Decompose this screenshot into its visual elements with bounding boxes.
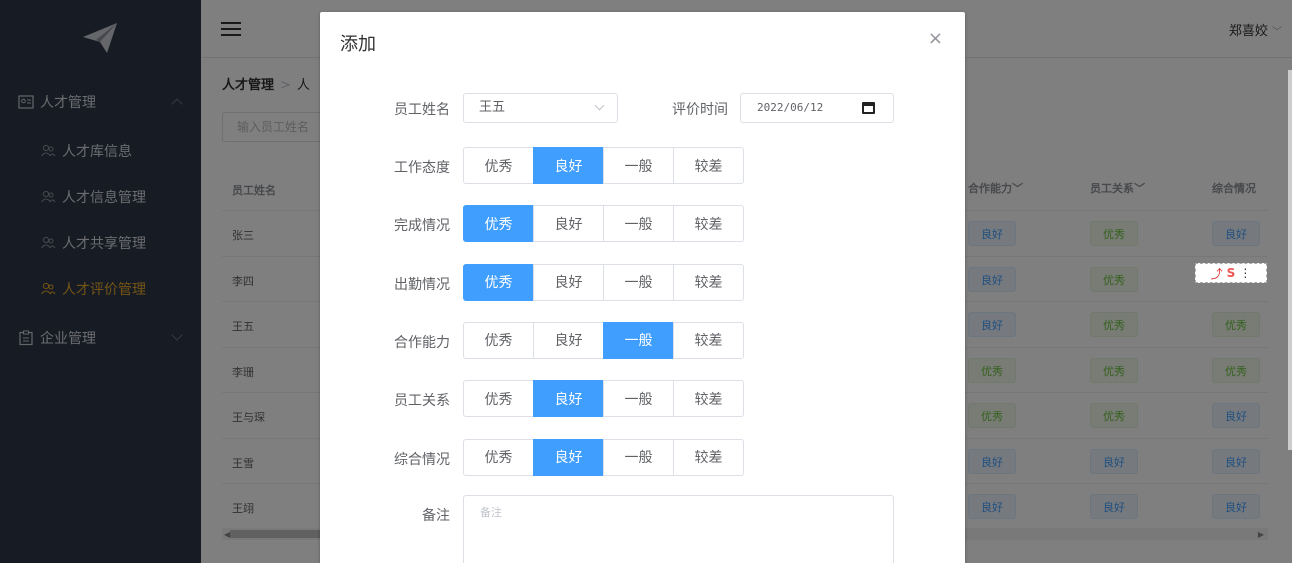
rating-radio-group: 优秀 良好 一般 较差 <box>463 321 744 359</box>
rating-radio-group: 优秀 良好 一般 较差 <box>463 380 744 418</box>
rating-label: 工作态度 <box>394 160 450 176</box>
rating-radio-group: 优秀 良好 一般 较差 <box>463 205 744 243</box>
rating-label: 综合情况 <box>394 451 450 468</box>
remark-textarea[interactable]: 备注 <box>463 495 894 563</box>
rating-option-button[interactable]: 较差 <box>673 263 744 301</box>
employee-name-select[interactable]: 王五 <box>463 93 618 123</box>
select-value: 王五 <box>479 100 506 115</box>
date-value: 2022/06/12 <box>757 101 824 114</box>
rating-option-button[interactable]: 较差 <box>673 321 744 359</box>
browser-extension-widget[interactable]: ⤴ S ⋮ <box>1195 263 1267 283</box>
rating-radio-group: 优秀 良好 一般 较差 <box>463 263 744 301</box>
dialog-title: 添加 <box>340 34 376 55</box>
rating-option-button[interactable]: 优秀 <box>463 380 534 418</box>
rating-option-button[interactable]: 优秀 <box>463 438 534 476</box>
rating-option-button[interactable]: 较差 <box>673 205 744 243</box>
rating-option-button[interactable]: 一般 <box>603 321 674 359</box>
evaluation-date-label: 评价时间 <box>672 102 728 118</box>
rating-option-button[interactable]: 较差 <box>673 438 744 476</box>
employee-name-label: 员工姓名 <box>394 102 450 118</box>
close-icon[interactable]: × <box>928 28 943 49</box>
rating-option-button[interactable]: 一般 <box>603 438 674 476</box>
rating-option-button[interactable]: 良好 <box>533 205 604 243</box>
rating-label: 出勤情况 <box>394 276 450 293</box>
extension-icon[interactable]: ⤴ <box>1211 265 1223 282</box>
chevron-down-icon <box>594 100 605 111</box>
rating-radio-group: 优秀 良好 一般 较差 <box>463 147 744 184</box>
rating-label: 员工关系 <box>394 393 450 410</box>
more-icon[interactable]: ⋮ <box>1239 266 1251 280</box>
rating-option-button[interactable]: 优秀 <box>463 263 534 301</box>
remark-label: 备注 <box>422 508 450 524</box>
calendar-icon[interactable] <box>862 102 875 114</box>
evaluation-date-input[interactable]: 2022/06/12 <box>740 93 894 123</box>
rating-option-button[interactable]: 良好 <box>533 263 604 301</box>
rating-option-button[interactable]: 一般 <box>603 147 674 184</box>
extension-icon[interactable]: S <box>1227 266 1236 280</box>
rating-option-button[interactable]: 优秀 <box>463 147 534 184</box>
rating-option-button[interactable]: 优秀 <box>463 205 534 243</box>
rating-option-button[interactable]: 良好 <box>533 321 604 359</box>
add-evaluation-dialog: 添加 × 员工姓名 王五 评价时间 2022/06/12 工作态度 优秀 良好 一般较… <box>320 12 965 563</box>
rating-option-button[interactable]: 一般 <box>603 263 674 301</box>
rating-option-button[interactable]: 良好 <box>533 380 604 418</box>
rating-label: 合作能力 <box>394 334 450 351</box>
rating-option-button[interactable]: 良好 <box>533 147 604 184</box>
rating-option-button[interactable]: 一般 <box>603 380 674 418</box>
page-scrollbar[interactable] <box>1288 70 1292 450</box>
rating-label: 完成情况 <box>394 218 450 235</box>
rating-option-button[interactable]: 优秀 <box>463 321 534 359</box>
rating-option-button[interactable]: 一般 <box>603 205 674 243</box>
rating-option-button[interactable]: 较差 <box>673 380 744 418</box>
rating-option-button[interactable]: 良好 <box>533 438 604 476</box>
rating-radio-group: 优秀 良好 一般 较差 <box>463 438 744 476</box>
rating-option-button[interactable]: 较差 <box>673 147 744 184</box>
